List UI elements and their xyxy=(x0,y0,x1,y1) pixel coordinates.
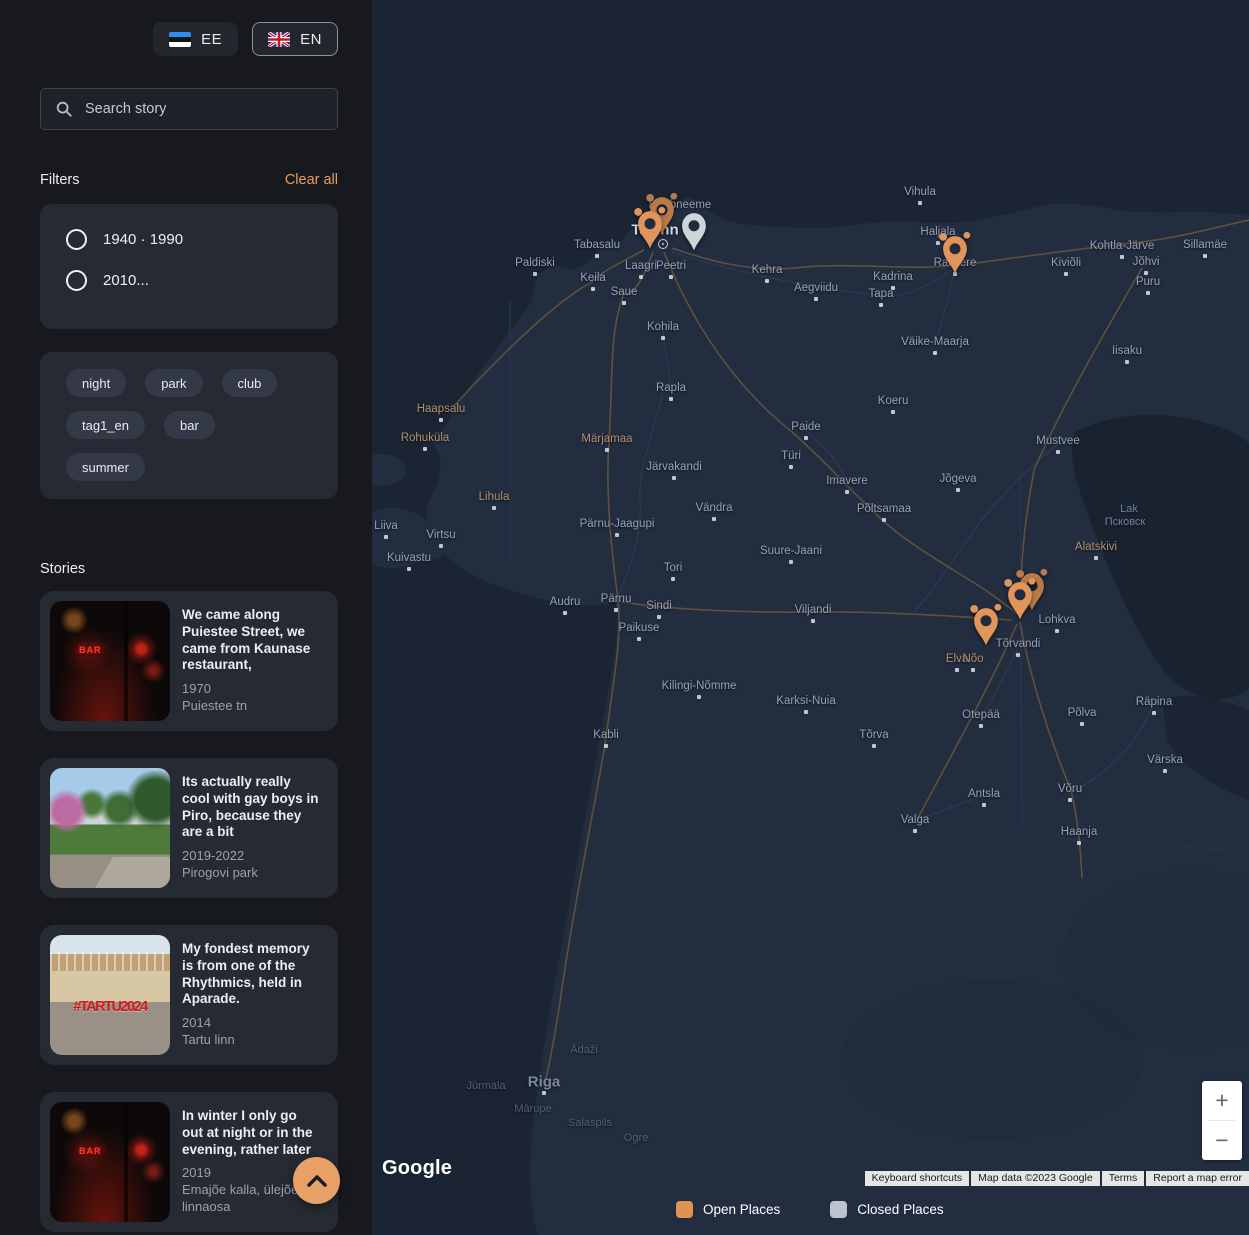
story-card[interactable]: Its actually really cool with gay boys i… xyxy=(40,758,338,898)
story-title: My fondest memory is from one of the Rhy… xyxy=(182,941,310,1007)
search-input-wrapper xyxy=(40,88,338,130)
story-title: We came along Puiestee Street, we came f… xyxy=(182,607,311,673)
clear-all-button[interactable]: Clear all xyxy=(285,172,338,188)
zoom-controls: + − xyxy=(1202,1081,1242,1160)
period-option-1940-1990[interactable]: 1940 · 1990 xyxy=(66,229,312,250)
attribution-map-data-2023-google: Map data ©2023 Google xyxy=(971,1171,1100,1186)
stories-title: Stories xyxy=(40,561,86,577)
scroll-to-top-button[interactable] xyxy=(293,1157,340,1204)
story-image xyxy=(50,768,170,888)
story-location: Puiestee tn xyxy=(182,697,248,713)
map-legend: Open Places Closed Places xyxy=(676,1201,944,1218)
period-label: 1940 · 1990 xyxy=(103,231,184,248)
attribution-keyboard-shortcuts[interactable]: Keyboard shortcuts xyxy=(864,1171,970,1186)
tag-chip-park[interactable]: park xyxy=(145,369,203,397)
tag-chip-club[interactable]: club xyxy=(221,369,278,397)
tag-chip-bar[interactable]: bar xyxy=(164,411,215,439)
closed-places-swatch xyxy=(830,1201,848,1218)
story-image: #TARTU2024 xyxy=(50,935,170,1055)
open-places-label: Open Places xyxy=(703,1202,781,1217)
radio-circle-icon xyxy=(66,270,87,291)
tags-filter-panel: night park club tag1_en bar summer xyxy=(40,352,338,499)
closed-places-label: Closed Places xyxy=(857,1202,944,1217)
google-logo[interactable]: Google xyxy=(382,1157,452,1180)
story-location: Pirogovi park xyxy=(182,864,258,880)
story-card[interactable]: #TARTU2024 My fondest memory is from one… xyxy=(40,925,338,1065)
story-title: In winter I only go out at night or in t… xyxy=(182,1108,313,1157)
chevron-up-icon xyxy=(306,1174,327,1187)
bar-neon-sign: BAR xyxy=(74,1145,107,1158)
story-text: My fondest memory is from one of the Rhy… xyxy=(182,935,328,1055)
sidebar: EE EN Filters Clear all xyxy=(0,0,372,1235)
language-button-en[interactable]: EN xyxy=(252,22,338,56)
search-input[interactable] xyxy=(83,100,323,118)
language-label-ee: EE xyxy=(201,30,223,48)
open-places-swatch xyxy=(676,1201,693,1218)
filters-header: Filters Clear all xyxy=(40,172,338,188)
story-text: Its actually really cool with gay boys i… xyxy=(182,768,328,888)
location-crosshair-icon xyxy=(658,239,668,249)
filters-title: Filters xyxy=(40,172,80,188)
tag-chip-night[interactable]: night xyxy=(66,369,127,397)
attribution-report-a-map-error[interactable]: Report a map error xyxy=(1146,1171,1249,1186)
stories-list: BAR We came along Puiestee Street, we ca… xyxy=(40,591,338,1235)
story-text: We came along Puiestee Street, we came f… xyxy=(182,601,328,721)
map-terrain xyxy=(372,0,1249,1235)
story-card[interactable]: BAR We came along Puiestee Street, we ca… xyxy=(40,591,338,731)
radio-circle-icon xyxy=(66,229,87,250)
zoom-out-button[interactable]: − xyxy=(1202,1121,1242,1160)
tag-chip-summer[interactable]: summer xyxy=(66,453,145,481)
story-year: 2019-2022 xyxy=(182,848,245,864)
story-year: 2014 xyxy=(182,1015,211,1031)
estonia-flag-icon xyxy=(169,31,192,47)
tartu2024-sign: #TARTU2024 xyxy=(73,998,148,1015)
language-switcher: EE EN xyxy=(40,22,338,56)
story-image: BAR xyxy=(50,1102,170,1222)
map-container[interactable]: Tallinn Haabneeme Tabasalu Paldiski Keila Sau… xyxy=(372,0,1249,1235)
language-label-en: EN xyxy=(300,30,322,48)
map-attribution: Keyboard shortcuts Map data ©2023 Google T… xyxy=(863,1171,1249,1186)
period-filter-panel: 1940 · 1990 2010... xyxy=(40,204,338,329)
period-option-2010[interactable]: 2010... xyxy=(66,270,312,291)
zoom-in-button[interactable]: + xyxy=(1202,1081,1242,1120)
story-image: BAR xyxy=(50,601,170,721)
story-title: Its actually really cool with gay boys i… xyxy=(182,774,319,840)
app-root: EE EN Filters Clear all xyxy=(0,0,1249,1235)
bar-neon-sign: BAR xyxy=(74,644,107,657)
tag-chip-tag1_en[interactable]: tag1_en xyxy=(66,411,145,439)
story-location: Tartu linn xyxy=(182,1031,235,1047)
attribution-terms[interactable]: Terms xyxy=(1101,1171,1145,1186)
search-icon xyxy=(56,101,72,117)
story-card[interactable]: BAR In winter I only go out at night or … xyxy=(40,1092,338,1232)
uk-flag-icon xyxy=(268,31,291,47)
period-label: 2010... xyxy=(103,272,149,289)
story-year: 1970 xyxy=(182,681,211,697)
language-button-ee[interactable]: EE xyxy=(153,22,239,56)
